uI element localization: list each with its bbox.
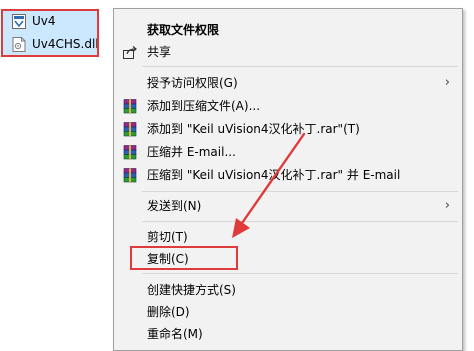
menu-item-label: 重命名(M) [147,327,203,341]
menu-item-label: 获取文件权限 [147,23,220,37]
menu-item-send-to[interactable]: 发送到(N) › [114,195,462,217]
dll-file-icon [12,36,26,52]
menu-item-label: 发送到(N) [147,199,202,213]
selected-files: Uv4 Uv4CHS.dll [2,10,99,56]
menu-item-give-access[interactable]: 授予访问权限(G) › [114,72,462,94]
winrar-icon [123,145,137,160]
menu-item-label: 压缩到 "Keil uVision4汉化补丁.rar" 并 E-mail [147,168,401,182]
winrar-icon [123,168,137,183]
menu-separator [142,273,458,274]
menu-item-label: 删除(D) [147,305,190,319]
menu-item-label: 复制(C) [147,252,189,266]
menu-item-compress-named-and-email[interactable]: 压缩到 "Keil uVision4汉化补丁.rar" 并 E-mail [114,164,462,186]
menu-item-cut[interactable]: 剪切(T) [114,226,462,248]
menu-item-label: 添加到压缩文件(A)... [147,99,261,113]
menu-item-create-shortcut[interactable]: 创建快捷方式(S) [114,279,462,301]
file-name: Uv4CHS.dll [32,37,99,51]
context-menu: 获取文件权限 共享 授予访问权限(G) › 添加到压缩文件(A)... 添加到 … [113,8,463,351]
menu-item-label: 剪切(T) [147,230,188,244]
menu-item-compress-and-email[interactable]: 压缩并 E-mail... [114,141,462,163]
menu-separator [142,221,458,222]
menu-item-label: 压缩并 E-mail... [147,145,236,159]
menu-separator [142,66,458,67]
menu-item-add-to-named-rar[interactable]: 添加到 "Keil uVision4汉化补丁.rar"(T) [114,118,462,140]
menu-item-share[interactable]: 共享 [114,41,462,63]
menu-item-label: 共享 [147,45,172,59]
chevron-right-icon: › [444,198,450,213]
screenshot: Uv4 Uv4CHS.dll 获取文件权限 共享 授予访问权限(G) › 添加到… [0,0,474,351]
chevron-right-icon: › [444,75,450,90]
menu-item-label: 创建快捷方式(S) [147,283,236,297]
menu-separator [142,191,458,192]
winrar-icon [123,99,137,114]
menu-item-add-to-archive[interactable]: 添加到压缩文件(A)... [114,95,462,117]
file-item-uv4chs-dll[interactable]: Uv4CHS.dll [2,33,99,55]
share-icon [123,46,137,59]
menu-item-copy[interactable]: 复制(C) [114,248,462,270]
menu-item-rename[interactable]: 重命名(M) [114,323,462,345]
menu-item-take-ownership[interactable]: 获取文件权限 [114,19,462,41]
menu-item-label: 授予访问权限(G) [147,76,238,90]
file-item-uv4[interactable]: Uv4 [2,10,98,32]
uvision-app-icon [12,13,26,29]
menu-item-label: 添加到 "Keil uVision4汉化补丁.rar"(T) [147,122,360,136]
menu-item-delete[interactable]: 删除(D) [114,301,462,323]
winrar-icon [123,122,137,137]
file-name: Uv4 [32,14,56,28]
